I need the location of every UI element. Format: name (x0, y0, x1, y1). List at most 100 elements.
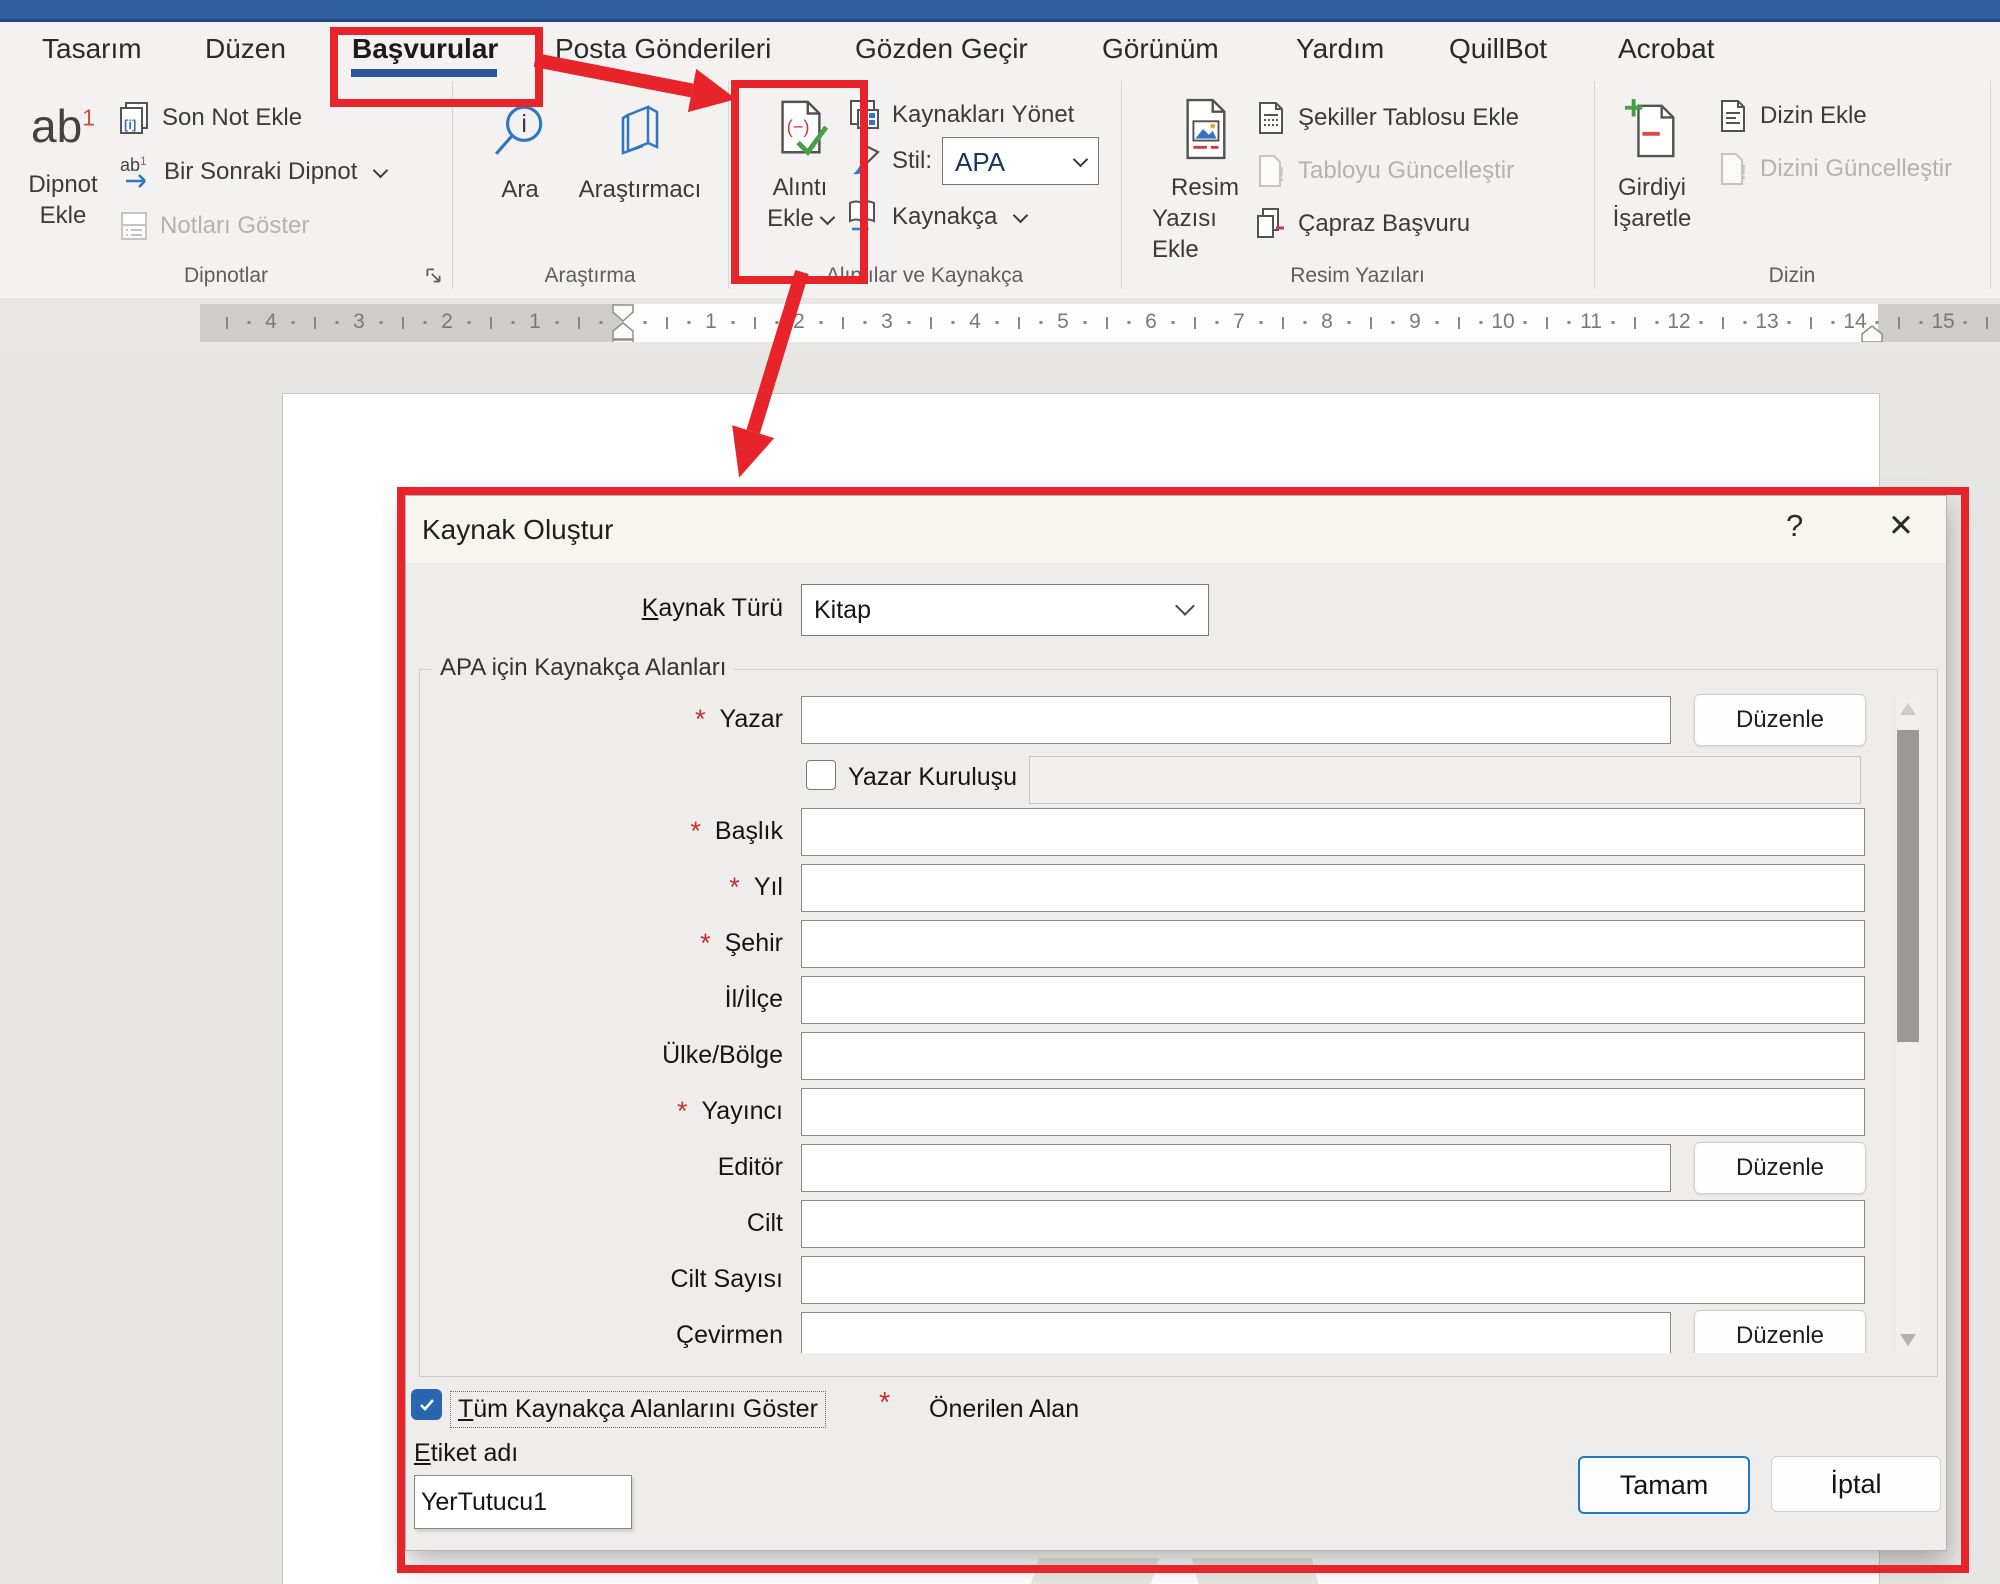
menu-tab-acrobat[interactable]: Acrobat (1618, 33, 1715, 65)
field-input-başlık[interactable] (801, 808, 1865, 856)
field-input-ülke-bölge[interactable] (801, 1032, 1865, 1080)
close-icon[interactable]: ✕ (1888, 508, 1914, 544)
field-input-cilt-sayısı[interactable] (801, 1256, 1865, 1304)
ruler-number: 8 (1321, 310, 1333, 334)
cancel-button[interactable]: İptal (1771, 1456, 1941, 1512)
field-input-yayıncı[interactable] (801, 1088, 1865, 1136)
insert-citation-icon: (−) (769, 86, 831, 172)
ruler-tick (1304, 321, 1307, 324)
tag-name-input[interactable]: YerTutucu1 (414, 1475, 632, 1529)
menu-tab-g-zden-ge-ir[interactable]: Gözden Geçir (855, 33, 1028, 65)
ruler-band[interactable]: 4321123456789101112131415 (0, 304, 2000, 342)
field-input-yıl[interactable] (801, 864, 1865, 912)
dipnot-ekle-label-line1: Dipnot (28, 169, 97, 200)
menu-tab-tasar-m[interactable]: Tasarım (42, 33, 142, 65)
alinti-ekle-button[interactable]: (−) Alıntı Ekle (753, 86, 847, 234)
fields-scrollbar[interactable] (1894, 696, 1922, 1353)
field-input-çevirmen[interactable] (801, 1312, 1671, 1353)
capraz-basvuru-button[interactable]: Çapraz Başvuru (1254, 204, 1470, 244)
help-button[interactable]: ? (1786, 508, 1803, 544)
arastirmaci-button[interactable]: Araştırmacı (588, 88, 692, 205)
ruler-tick (1040, 321, 1043, 324)
dizini-guncellestir-button[interactable]: ! Dizini Güncelleştir (1716, 149, 1952, 189)
ruler-number: 12 (1667, 310, 1690, 334)
svg-text:ab: ab (120, 155, 140, 175)
ruler-tick (754, 317, 756, 329)
ruler-tick (1436, 321, 1439, 324)
edit-button[interactable]: Düzenle (1694, 694, 1866, 746)
ruler-number: 5 (1057, 310, 1069, 334)
check-icon (417, 1395, 437, 1415)
capraz-basvuru-label: Çapraz Başvuru (1298, 210, 1470, 238)
indent-markers-icon[interactable] (610, 304, 638, 342)
menu-tab-quillbot[interactable]: QuillBot (1449, 33, 1547, 65)
scroll-up-icon[interactable] (1900, 703, 1916, 715)
citation-style-select[interactable]: APA (942, 137, 1099, 185)
son-not-ekle-button[interactable]: [i] Son Not Ekle (118, 98, 302, 138)
ruler-tick (578, 317, 580, 329)
table-of-figures-icon (1254, 101, 1288, 135)
ruler-tick (336, 321, 339, 324)
ruler-number: 1 (705, 310, 717, 334)
ruler-tick (952, 321, 955, 324)
dizin-ekle-button[interactable]: Dizin Ekle (1716, 96, 1867, 136)
ruler-tick (512, 321, 515, 324)
menu-tab-d-zen[interactable]: Düzen (205, 33, 286, 65)
kaynaklari-yonet-label: Kaynakları Yönet (892, 101, 1074, 129)
ruler-tick (666, 317, 668, 329)
girdiyi-isaretle-button[interactable]: Girdiyi İşaretle (1600, 86, 1704, 234)
dizini-guncellestir-label: Dizini Güncelleştir (1760, 155, 1952, 183)
ribbon-tab-bar: Tasarım Düzen Başvurular Posta Gönderileri G… (0, 22, 2000, 75)
researcher-book-icon (612, 88, 668, 174)
edit-button[interactable]: Düzenle (1694, 1142, 1866, 1194)
ruler-tick (490, 317, 492, 329)
field-input-yazar[interactable] (801, 696, 1671, 744)
ruler-number: 1 (529, 310, 541, 334)
field-input-şehir[interactable] (801, 920, 1865, 968)
bir-sonraki-dipnot-button[interactable]: ab1 Bir Sonraki Dipnot (118, 152, 386, 192)
source-type-select[interactable]: Kitap (801, 584, 1209, 636)
field-input-i-l-i-lçe[interactable] (801, 976, 1865, 1024)
kaynakca-button[interactable]: Kaynakça (846, 197, 1026, 237)
show-all-fields-checkbox[interactable] (411, 1389, 442, 1420)
group-separator (1594, 81, 1595, 289)
dialog-titlebar[interactable] (406, 496, 1946, 563)
citation-style-value: APA (955, 147, 1005, 178)
field-input-cilt[interactable] (801, 1200, 1865, 1248)
author-organization-checkbox[interactable] (806, 760, 836, 790)
ruler-number: 3 (881, 310, 893, 334)
kaynaklari-yonet-button[interactable]: Kaynakları Yönet (848, 95, 1074, 135)
ara-button[interactable]: i Ara (478, 88, 562, 205)
field-label-row: Çevirmen (419, 1312, 783, 1353)
girdiyi-isaretle-label-line1: Girdiyi (1618, 172, 1686, 203)
tabloyu-guncellestir-button[interactable]: ! Tabloyu Güncelleştir (1254, 151, 1514, 191)
field-label: Başlık (715, 817, 783, 846)
field-label-row: *Başlık (419, 808, 783, 854)
group-separator (1121, 81, 1122, 289)
ok-button[interactable]: Tamam (1578, 1456, 1750, 1514)
sekiller-tablosu-ekle-button[interactable]: Şekiller Tablosu Ekle (1254, 98, 1519, 138)
required-star: * (695, 704, 706, 735)
update-table-icon: ! (1254, 154, 1288, 188)
scroll-down-icon[interactable] (1900, 1334, 1916, 1346)
menu-tab-yard-m[interactable]: Yardım (1296, 33, 1384, 65)
field-label-row: Cilt (419, 1200, 783, 1246)
ruler-tick (930, 317, 932, 329)
scrollbar-thumb[interactable] (1897, 730, 1919, 1042)
field-input-editör[interactable] (801, 1144, 1671, 1192)
notlari-goster-button[interactable]: Notları Göster (118, 206, 309, 246)
menu-tab-ba-vurular[interactable]: Başvurular (352, 33, 498, 65)
dialog-launcher-icon[interactable] (424, 266, 444, 286)
show-all-fields-label[interactable]: Tüm Kaynakça Alanlarını Göster (450, 1391, 826, 1428)
ruler-tick (776, 321, 779, 324)
ruler-tick (314, 317, 316, 329)
window-titlebar (0, 0, 2000, 22)
resim-yazisi-ekle-button[interactable]: Resim Yazısı Ekle (1152, 86, 1258, 265)
manage-sources-icon (848, 98, 882, 132)
dipnot-ekle-button[interactable]: ab1 Dipnot Ekle (10, 83, 116, 231)
ara-label: Ara (501, 174, 538, 205)
menu-tab-g-r-n-m[interactable]: Görünüm (1102, 33, 1219, 65)
edit-button[interactable]: Düzenle (1694, 1310, 1866, 1353)
group-separator (452, 81, 453, 289)
menu-tab-posta-g-nderileri[interactable]: Posta Gönderileri (555, 33, 771, 65)
